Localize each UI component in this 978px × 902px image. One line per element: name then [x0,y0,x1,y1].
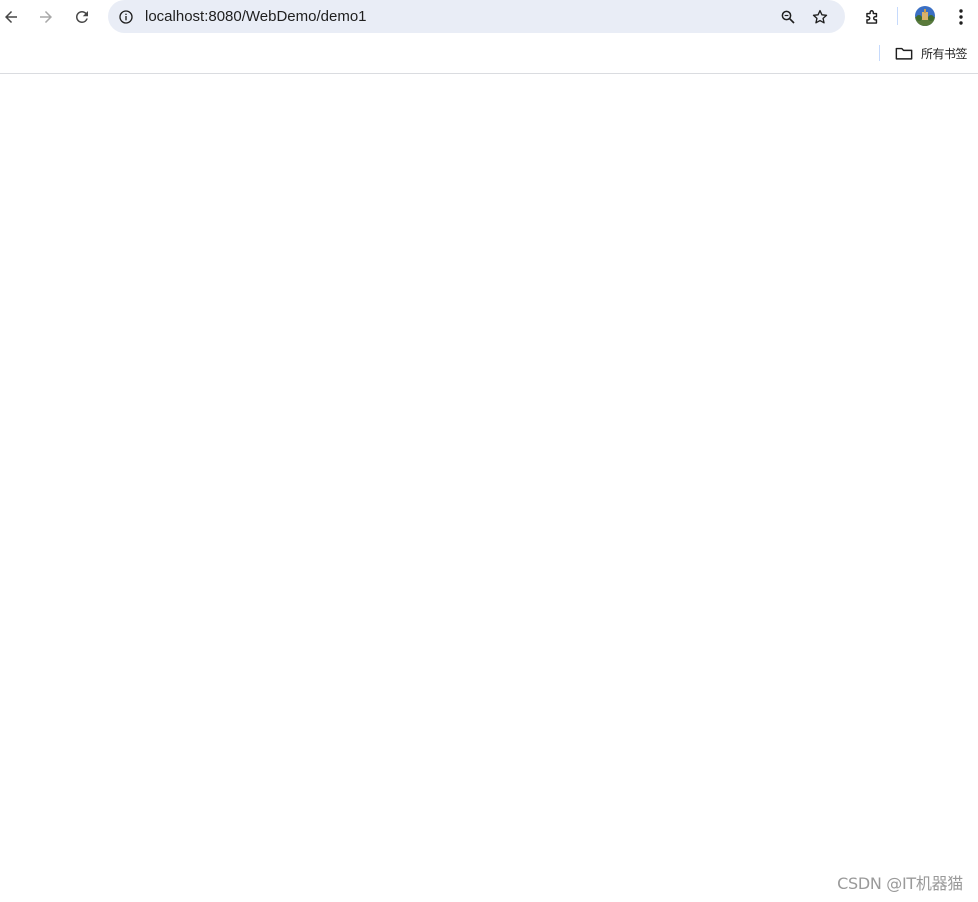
arrow-back-icon [5,11,17,23]
reload-icon [76,10,88,23]
extensions-button[interactable] [859,4,885,30]
address-bar[interactable]: localhost:8080/WebDemo/demo1 [108,0,845,33]
toolbar-divider [897,7,898,25]
reload-button[interactable] [68,3,96,31]
back-button[interactable] [0,3,25,31]
browser-toolbar: localhost:8080/WebDemo/demo1 [0,0,978,34]
watermark: CSDN @IT机器猫 [837,874,963,893]
kebab-menu-icon [959,9,963,25]
browser-window: localhost:8080/WebDemo/demo1 所有书签 CSDN @… [0,0,978,902]
info-icon[interactable] [117,8,134,25]
puzzle-icon [865,9,877,24]
zoom-icon[interactable] [777,6,799,28]
forward-button[interactable] [32,3,60,31]
arrow-forward-icon [40,11,52,23]
url-text[interactable]: localhost:8080/WebDemo/demo1 [145,7,367,26]
star-icon[interactable] [809,6,831,28]
profile-avatar[interactable] [915,6,935,26]
menu-button[interactable] [951,5,971,29]
all-bookmarks-button[interactable]: 所有书签 [895,43,968,63]
bookmarks-divider [879,45,880,61]
folder-icon [895,45,913,61]
bookmarks-bar: 所有书签 [0,34,978,74]
all-bookmarks-label: 所有书签 [921,46,968,61]
page-content: CSDN @IT机器猫 [0,74,978,902]
